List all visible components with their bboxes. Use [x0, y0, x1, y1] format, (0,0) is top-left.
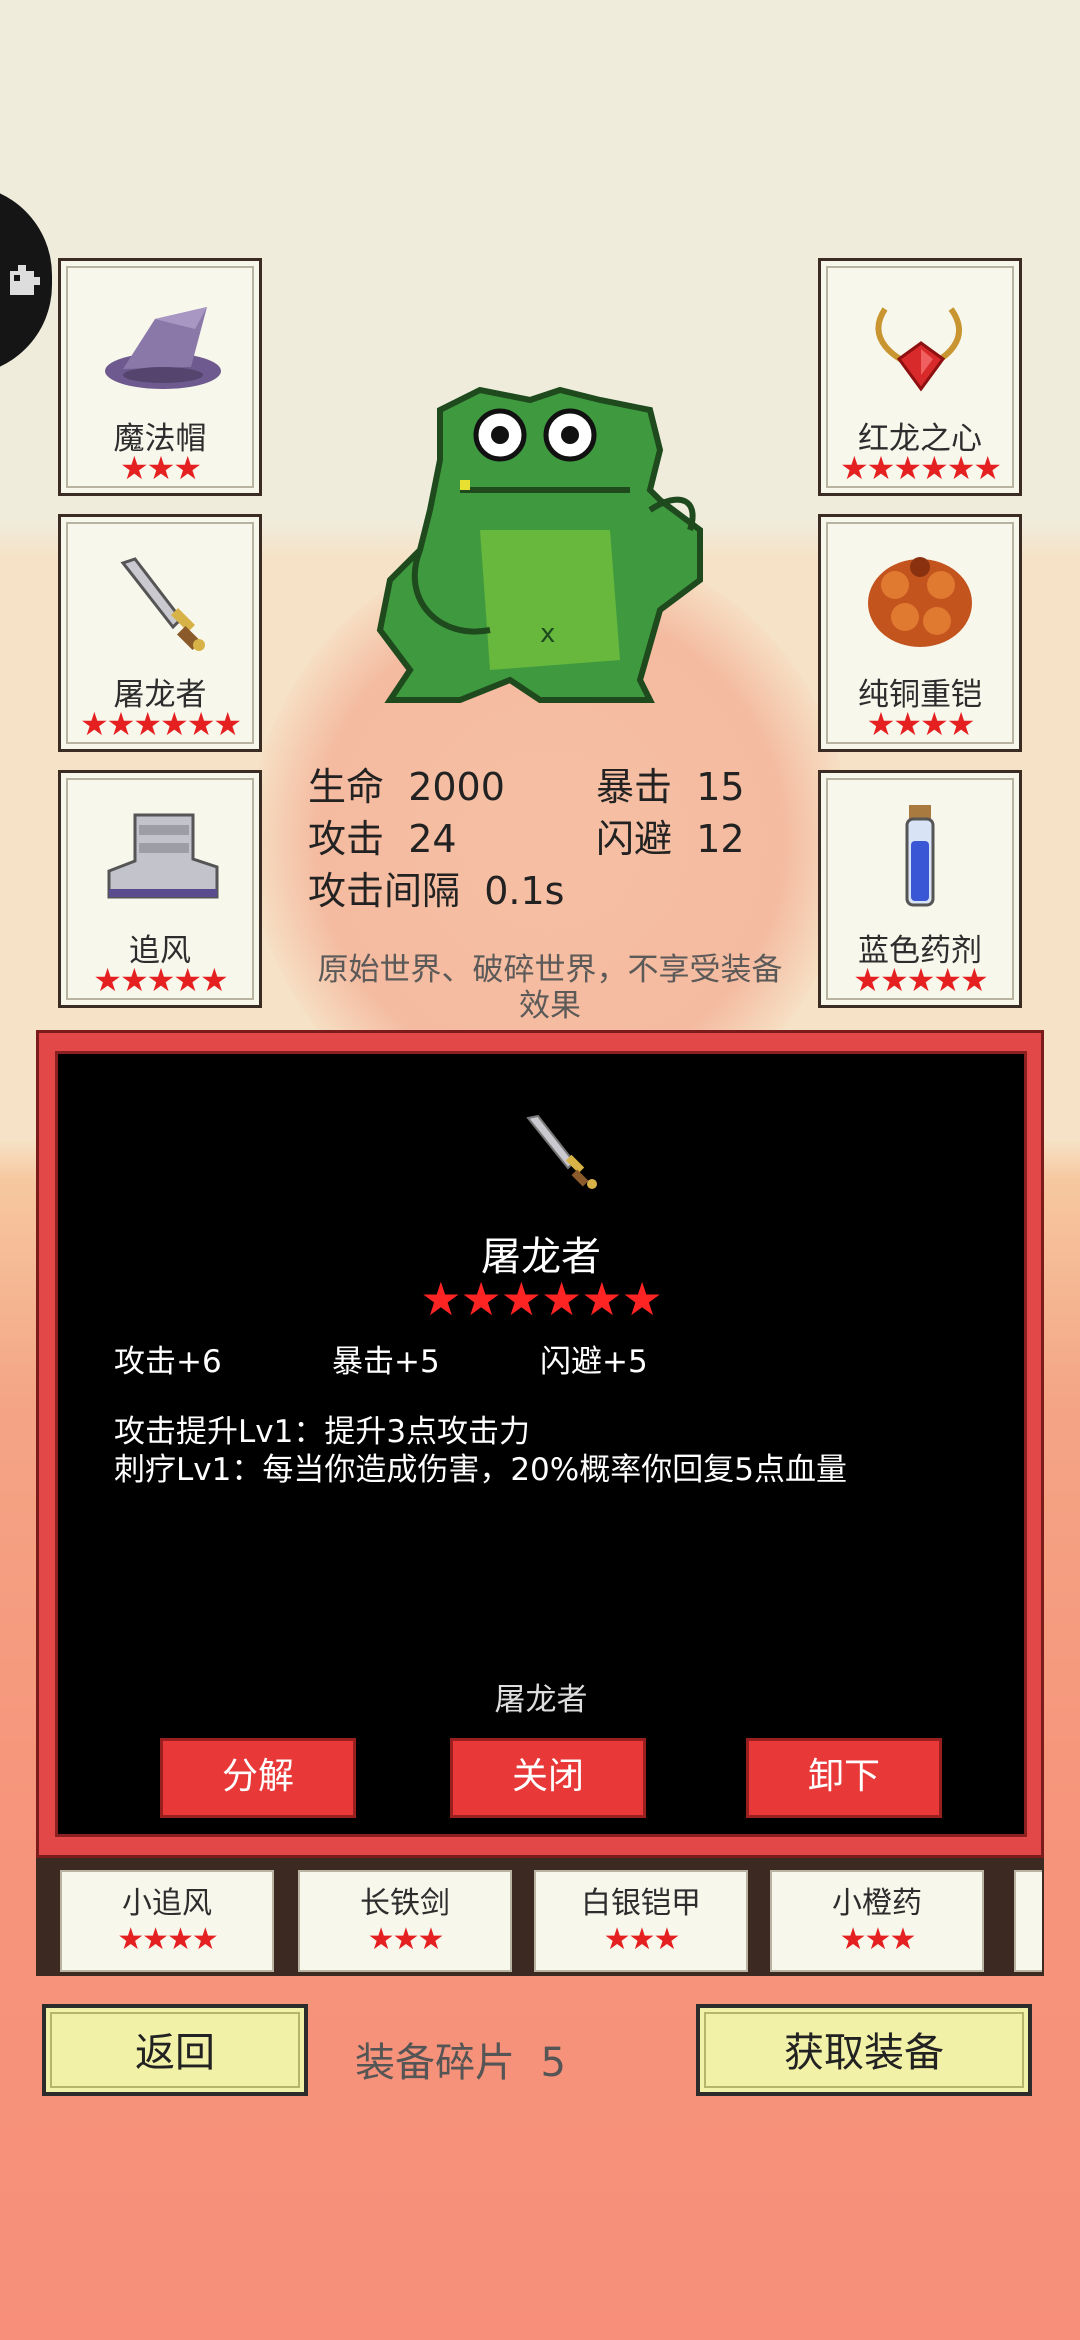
stat-crit-label: 暴击 [596, 765, 673, 809]
stat-hp: 生命 2000 [308, 756, 505, 811]
decompose-button[interactable]: 分解 [160, 1738, 356, 1818]
stat-crit: 暴击 15 [596, 756, 745, 811]
get-equipment-button[interactable]: 获取装备 [696, 2004, 1032, 2096]
stat-crit-value: 15 [696, 765, 745, 809]
equip-slot-armor[interactable]: 纯铜重铠 ★★★★ [818, 514, 1022, 752]
attr-attack: 攻击+6 [114, 1344, 222, 1380]
inventory-item-name: 白银铠甲 [581, 1886, 701, 1921]
inventory-item-stars: ★★★★ [117, 1922, 219, 1957]
equip-slot-potion[interactable]: 蓝色药剂 ★★★★★ [818, 770, 1022, 1008]
inventory-item-stars: ★★★ [603, 1922, 681, 1957]
equip-stars: ★★★★ [866, 705, 976, 743]
stat-attack: 攻击 24 [308, 808, 457, 863]
inventory-item-partial[interactable] [1014, 1870, 1042, 1972]
attr-crit: 暴击+5 [332, 1344, 440, 1380]
stat-attack-label: 攻击 [308, 817, 385, 861]
equip-slot-weapon[interactable]: 屠龙者 ★★★★★★ [58, 514, 262, 752]
dagger-icon [526, 1114, 597, 1189]
inventory-item-stars: ★★★ [839, 1922, 917, 1957]
attr-dodge: 闪避+5 [540, 1344, 648, 1380]
back-button[interactable]: 返回 [42, 2004, 308, 2096]
equip-stars: ★★★ [119, 449, 202, 487]
equip-stars: ★★★★★★ [839, 449, 1002, 487]
dagger-icon [120, 557, 205, 651]
inventory-item[interactable]: 白银铠甲 ★★★ [534, 1870, 748, 1972]
stat-interval: 攻击间隔 0.1s [308, 860, 564, 915]
frog-character: x [376, 386, 703, 703]
inventory-item[interactable]: 长铁剑 ★★★ [298, 1870, 512, 1972]
inventory-item-stars: ★★★ [367, 1922, 445, 1957]
equipment-shards: 装备碎片 5 [355, 2030, 566, 2088]
wizard-hat-icon [105, 307, 221, 389]
equipment-effect-note: 原始世界、破碎世界，不享受装备效果 [317, 952, 783, 1024]
stat-dodge-value: 12 [696, 817, 745, 861]
item-stars: ★★★★★★ [420, 1272, 662, 1326]
puzzle-icon [10, 265, 40, 295]
stat-attack-value: 24 [408, 817, 457, 861]
boots-icon [107, 813, 219, 899]
stat-hp-value: 2000 [408, 765, 505, 809]
shards-count: 5 [540, 2040, 566, 2086]
potion-icon [905, 805, 935, 907]
shards-label: 装备碎片 [355, 2040, 515, 2086]
stat-interval-value: 0.1s [484, 869, 565, 913]
close-button[interactable]: 关闭 [450, 1738, 646, 1818]
inventory-strip[interactable]: 小追风 ★★★★ 长铁剑 ★★★ 白银铠甲 ★★★ 小橙药 ★★★ [36, 1858, 1044, 1976]
unequip-button[interactable]: 卸下 [746, 1738, 942, 1818]
inventory-item-name: 小橙药 [832, 1886, 922, 1921]
stat-interval-label: 攻击间隔 [308, 869, 461, 913]
side-drawer-tab[interactable] [0, 185, 52, 375]
item-detail-dialog: 屠龙者 ★★★★★★ 攻击+6 暴击+5 闪避+5 攻击提升Lv1：提升3点攻击… [36, 1030, 1044, 1858]
amulet-icon [875, 307, 962, 392]
inventory-item-name: 小追风 [122, 1886, 212, 1921]
svg-text:x: x [540, 619, 555, 649]
equip-slot-hat[interactable]: 魔法帽 ★★★ [58, 258, 262, 496]
skill-line: 刺疗Lv1：每当你造成伤害，20%概率你回复5点血量 [114, 1452, 847, 1488]
equip-stars: ★★★★★ [93, 961, 228, 999]
stat-hp-label: 生命 [308, 765, 385, 809]
equip-stars: ★★★★★★ [79, 705, 242, 743]
inventory-item[interactable]: 小橙药 ★★★ [770, 1870, 984, 1972]
equip-stars: ★★★★★ [853, 961, 988, 999]
inventory-item-name: 长铁剑 [360, 1886, 450, 1921]
item-owner-label: 屠龙者 [494, 1682, 588, 1718]
dialog-body: 屠龙者 ★★★★★★ 攻击+6 暴击+5 闪避+5 攻击提升Lv1：提升3点攻击… [55, 1051, 1027, 1837]
equip-slot-necklace[interactable]: 红龙之心 ★★★★★★ [818, 258, 1022, 496]
equip-slot-boots[interactable]: 追风 ★★★★★ [58, 770, 262, 1008]
stat-dodge: 闪避 12 [596, 808, 745, 863]
armor-icon [868, 557, 972, 647]
stat-dodge-label: 闪避 [596, 817, 673, 861]
inventory-item[interactable]: 小追风 ★★★★ [60, 1870, 274, 1972]
